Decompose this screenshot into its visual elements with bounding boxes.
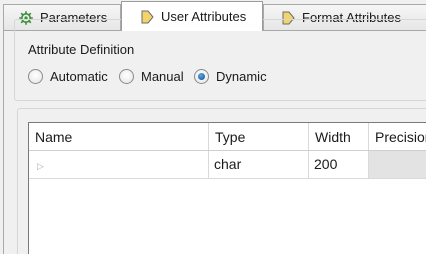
tab-label: User Attributes [161,9,247,24]
cell-name[interactable]: ▷ [29,151,209,178]
radio-label: Dynamic [216,69,267,84]
table-row[interactable]: ▷ char 200 [29,151,426,179]
row-indicator-icon: ▷ [37,161,44,171]
attribute-arrow-icon [139,9,155,25]
column-header-type[interactable]: Type [209,123,309,150]
cell-precision [369,151,426,178]
radio-dynamic[interactable]: Dynamic [194,69,267,84]
radio-label: Automatic [50,69,108,84]
radio-circle[interactable] [119,69,134,84]
attributes-table[interactable]: Name Type Width Precision ▷ char 200 [28,122,426,254]
column-header-name[interactable]: Name [29,123,209,150]
radio-label: Manual [141,69,184,84]
column-header-width[interactable]: Width [309,123,369,150]
radio-manual[interactable]: Manual [119,69,184,84]
attribute-definition-legend: Attribute Definition [26,42,137,57]
radio-circle[interactable] [28,69,43,84]
cell-width[interactable]: 200 [309,151,369,178]
tab-user-attributes[interactable]: User Attributes [121,1,263,31]
radio-circle[interactable] [194,69,209,84]
attribute-definition-group [14,19,426,101]
radio-automatic[interactable]: Automatic [28,69,108,84]
column-header-precision[interactable]: Precision [369,123,426,150]
table-header: Name Type Width Precision [29,123,426,151]
cell-type[interactable]: char [209,151,309,178]
